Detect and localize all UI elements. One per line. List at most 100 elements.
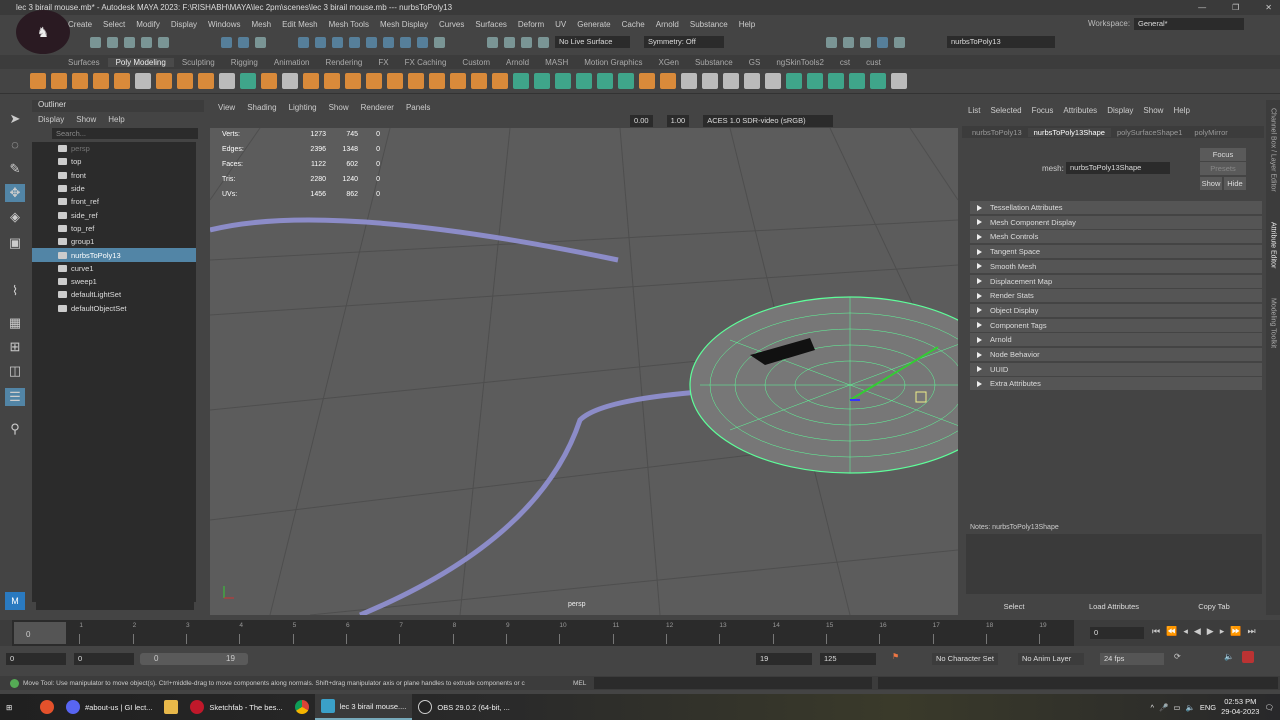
vp-menu-lighting[interactable]: Lighting bbox=[289, 103, 317, 112]
shelf-tool-icon[interactable] bbox=[702, 73, 718, 89]
shelf-tool-icon[interactable] bbox=[681, 73, 697, 89]
attr-section-header[interactable]: Extra Attributes bbox=[970, 377, 1262, 391]
menu-substance[interactable]: Substance bbox=[690, 20, 728, 29]
snap-icon[interactable] bbox=[400, 36, 411, 48]
attr-menu-show[interactable]: Show bbox=[1143, 106, 1163, 115]
snap-pivot-icon[interactable] bbox=[383, 36, 394, 48]
start-time-field[interactable]: 0 bbox=[6, 653, 66, 665]
outliner-item[interactable]: curve1 bbox=[32, 262, 196, 275]
color-space-dropdown[interactable]: ACES 1.0 SDR-video (sRGB) bbox=[703, 115, 834, 127]
shelf-tab[interactable]: cst bbox=[832, 58, 858, 67]
notification-icon[interactable]: 🗨 bbox=[1264, 703, 1274, 712]
lock-icon[interactable] bbox=[434, 36, 445, 48]
brave-icon[interactable] bbox=[34, 694, 60, 720]
shelf-tool-icon[interactable] bbox=[303, 73, 319, 89]
menu-uv[interactable]: UV bbox=[555, 20, 566, 29]
system-tray[interactable]: ^ 🎤 ▭ 🔈 ENG 02:53 PM 29-04-2023 🗨 bbox=[1145, 694, 1280, 720]
history-icon[interactable] bbox=[487, 36, 498, 48]
outliner-item[interactable]: side bbox=[32, 182, 196, 195]
shelf-tool-icon[interactable] bbox=[324, 73, 340, 89]
time-slider[interactable]: 012345678910111213141516171819 0 0 ⏮⏪◂◀▶… bbox=[0, 620, 1280, 646]
open-scene-icon[interactable] bbox=[107, 36, 118, 48]
volume-icon[interactable]: 🔈 bbox=[1185, 703, 1194, 712]
shelf-tab-active[interactable]: Poly Modeling bbox=[107, 57, 174, 67]
attr-tab[interactable]: polySurfaceShape1 bbox=[1111, 128, 1188, 137]
start-button[interactable]: ⊞ bbox=[0, 694, 34, 720]
shelf-tool-icon[interactable] bbox=[639, 73, 655, 89]
menu-arnold[interactable]: Arnold bbox=[656, 20, 679, 29]
shelf-tool-icon[interactable] bbox=[135, 73, 151, 89]
play-forward-icon[interactable]: ▶ bbox=[1207, 626, 1214, 637]
shelf-tab[interactable]: FX Caching bbox=[397, 58, 455, 67]
shelf-tab[interactable]: cust bbox=[858, 58, 889, 67]
menu-select[interactable]: Select bbox=[103, 20, 125, 29]
chrome-icon[interactable] bbox=[289, 694, 315, 720]
redo-icon[interactable] bbox=[158, 36, 169, 48]
tray-chevron-icon[interactable]: ^ bbox=[1151, 703, 1155, 712]
shelf-tool-icon[interactable] bbox=[72, 73, 88, 89]
object-name-field[interactable]: nurbsToPoly13 bbox=[947, 36, 1055, 48]
copy-tab-button[interactable]: Copy Tab bbox=[1166, 600, 1262, 613]
vp-menu-panels[interactable]: Panels bbox=[406, 103, 430, 112]
outliner-menu-help[interactable]: Help bbox=[108, 115, 124, 124]
shelf-tool-icon[interactable] bbox=[261, 73, 277, 89]
shelf-tool-icon[interactable] bbox=[891, 73, 907, 89]
attr-menu-display[interactable]: Display bbox=[1107, 106, 1133, 115]
render-settings-icon[interactable] bbox=[860, 36, 871, 48]
shelf-tool-icon[interactable] bbox=[534, 73, 550, 89]
shelf-tab[interactable]: MASH bbox=[537, 58, 576, 67]
attr-section-header[interactable]: Tangent Space bbox=[970, 245, 1262, 259]
attr-section-header[interactable]: UUID bbox=[970, 362, 1262, 376]
character-set-dropdown[interactable]: No Character Set bbox=[932, 653, 998, 665]
outliner-item[interactable]: side_ref bbox=[32, 208, 196, 221]
workspace-select[interactable]: General* bbox=[1134, 18, 1244, 30]
outliner-item[interactable]: sweep1 bbox=[32, 275, 196, 288]
outliner-item[interactable]: nurbsToPoly13 bbox=[32, 248, 196, 262]
shelf-tool-icon[interactable] bbox=[618, 73, 634, 89]
menu-modify[interactable]: Modify bbox=[136, 20, 160, 29]
menu-mesh-tools[interactable]: Mesh Tools bbox=[329, 20, 369, 29]
outliner-item[interactable]: defaultObjectSet bbox=[32, 302, 196, 315]
play-back-icon[interactable]: ◀ bbox=[1194, 626, 1201, 637]
symmetry-dropdown[interactable]: Symmetry: Off bbox=[644, 36, 724, 48]
menu-mesh[interactable]: Mesh bbox=[252, 20, 272, 29]
shelf-tool-icon[interactable] bbox=[156, 73, 172, 89]
curve-tool-icon[interactable]: ⌇ bbox=[5, 282, 25, 300]
end-time-field[interactable]: 19 bbox=[756, 653, 812, 665]
mel-label[interactable]: MEL bbox=[573, 680, 586, 687]
shelf-tool-icon[interactable] bbox=[765, 73, 781, 89]
outliner-item[interactable]: defaultLightSet bbox=[32, 288, 196, 301]
go-to-start-icon[interactable]: ⏮ bbox=[1152, 626, 1160, 637]
shelf-tool-icon[interactable] bbox=[576, 73, 592, 89]
focus-button[interactable]: Focus bbox=[1200, 148, 1246, 161]
vp-menu-shading[interactable]: Shading bbox=[247, 103, 276, 112]
shelf-tool-icon[interactable] bbox=[555, 73, 571, 89]
input-ops-icon[interactable] bbox=[504, 36, 515, 48]
gamma-field[interactable]: 1.00 bbox=[666, 115, 690, 127]
outliner-search-input[interactable]: Search... bbox=[52, 128, 198, 139]
clock[interactable]: 02:53 PM 29-04-2023 bbox=[1221, 697, 1259, 717]
shelf-tool-icon[interactable] bbox=[93, 73, 109, 89]
auto-key-icon[interactable]: ⚑ bbox=[892, 652, 899, 661]
shelf-tool-icon[interactable] bbox=[345, 73, 361, 89]
shelf-tool-icon[interactable] bbox=[597, 73, 613, 89]
menu-edit-mesh[interactable]: Edit Mesh bbox=[282, 20, 318, 29]
shelf-tool-icon[interactable] bbox=[282, 73, 298, 89]
hide-button[interactable]: Hide bbox=[1224, 177, 1246, 190]
shelf-tool-icon[interactable] bbox=[660, 73, 676, 89]
menu-surfaces[interactable]: Surfaces bbox=[475, 20, 507, 29]
scale-tool-icon[interactable]: ▣ bbox=[5, 234, 25, 252]
shelf-tool-icon[interactable] bbox=[723, 73, 739, 89]
output-ops-icon[interactable] bbox=[521, 36, 532, 48]
select-component-icon[interactable] bbox=[255, 36, 266, 48]
presets-button[interactable]: Presets bbox=[1200, 162, 1246, 175]
attr-tab-active[interactable]: nurbsToPoly13Shape bbox=[1027, 127, 1111, 137]
save-scene-icon[interactable] bbox=[124, 36, 135, 48]
attr-section-header[interactable]: Component Tags bbox=[970, 318, 1262, 332]
shelf-tool-icon[interactable] bbox=[828, 73, 844, 89]
shelf-tool-icon[interactable] bbox=[786, 73, 802, 89]
shelf-tab[interactable]: GS bbox=[741, 58, 769, 67]
attr-section-header[interactable]: Mesh Component Display bbox=[970, 215, 1262, 229]
menu-deform[interactable]: Deform bbox=[518, 20, 544, 29]
attr-tab[interactable]: polyMirror bbox=[1188, 128, 1233, 137]
